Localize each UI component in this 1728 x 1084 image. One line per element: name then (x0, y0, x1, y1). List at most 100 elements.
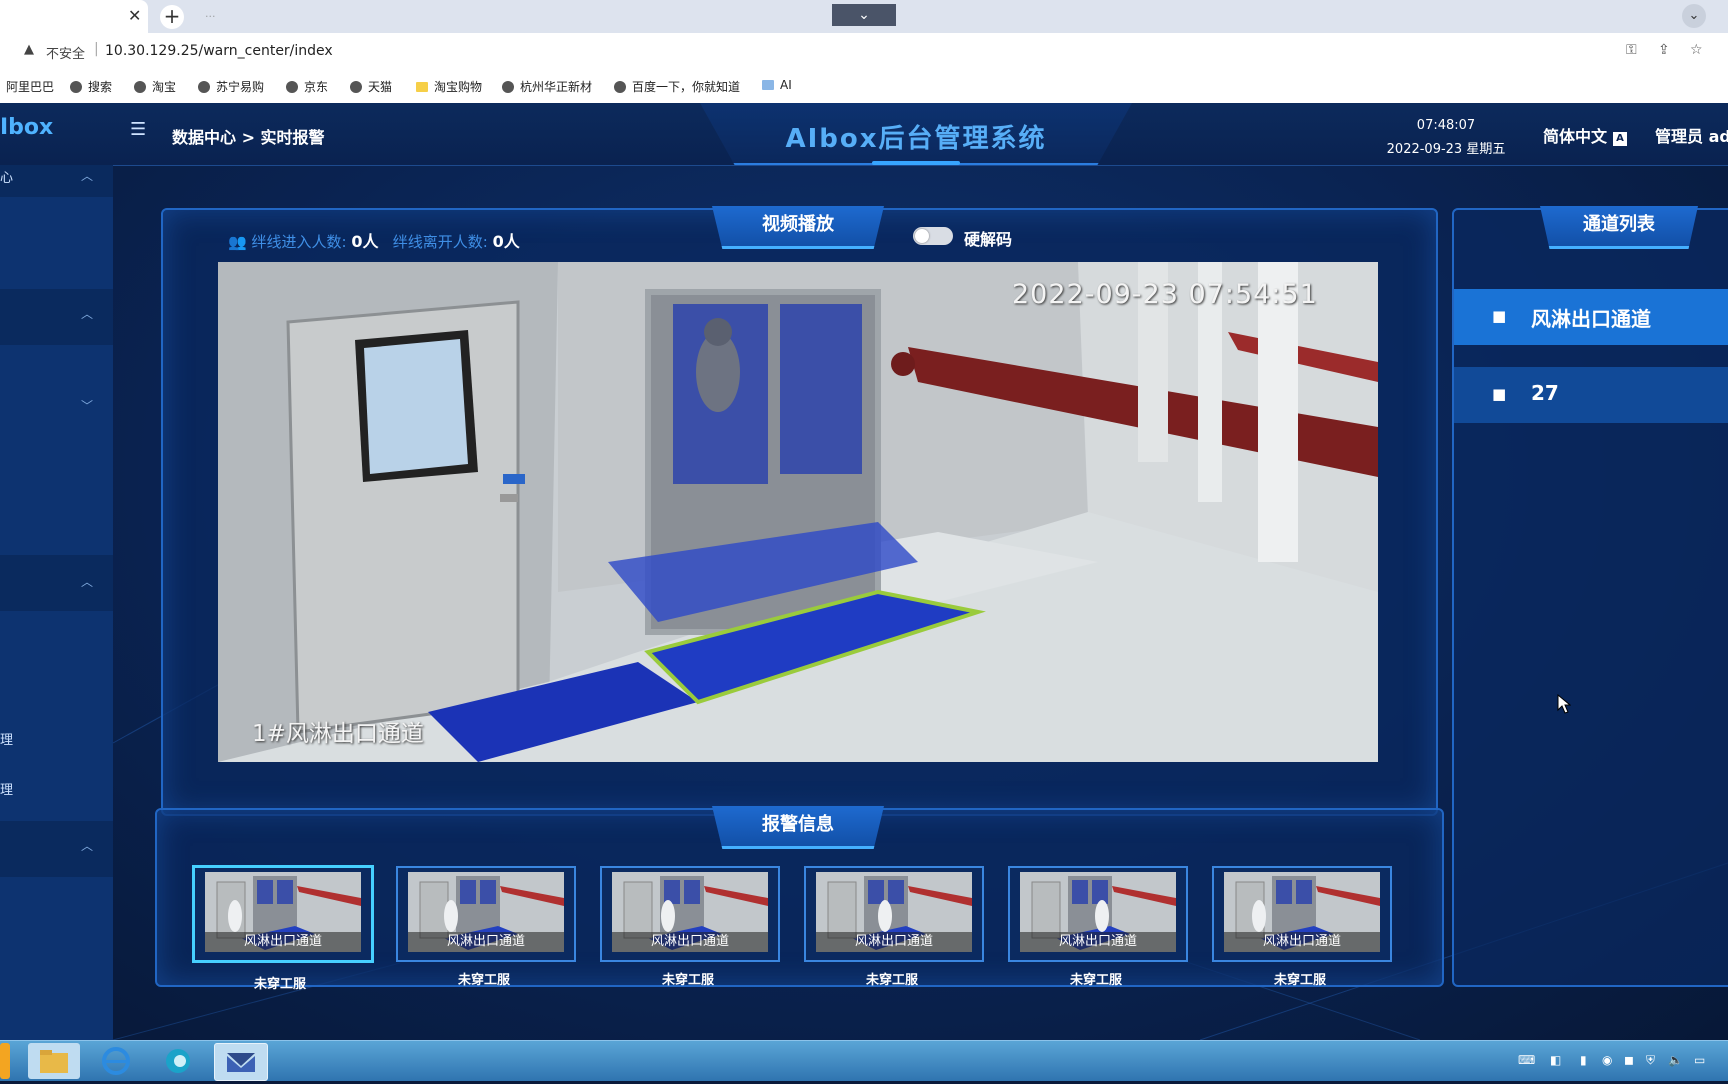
tray-app-icon[interactable]: ◧ (1550, 1053, 1561, 1067)
alarm-thumbnail[interactable]: 风淋出口通道 (600, 866, 780, 962)
alarm-thumbnail[interactable]: 风淋出口通道 (1008, 866, 1188, 962)
user-menu[interactable]: 管理员 ad (1655, 123, 1728, 147)
bookmark-item[interactable]: AI (762, 78, 792, 92)
chevron-up-icon: ︿ (80, 575, 93, 589)
sidebar-submenu[interactable]: ﹀ (0, 345, 113, 555)
bookmark-item[interactable]: 淘宝购物 (416, 78, 482, 95)
sidebar-item-label[interactable]: 理 (0, 779, 13, 798)
tray-app-icon[interactable]: ◼ (1624, 1053, 1634, 1067)
leave-count-value: 0人 (492, 232, 520, 251)
sidebar-group[interactable]: ︿ (0, 555, 113, 611)
enter-count-label: 绊线进入人数: (251, 233, 347, 251)
channel-item-active[interactable]: ■ 风淋出口通道 (1454, 289, 1728, 345)
globe-icon (614, 81, 626, 93)
alarm-type-label: 未穿工服 (661, 973, 714, 988)
ie-icon (102, 1047, 130, 1075)
shield-icon[interactable]: ⛨ (1646, 1053, 1655, 1068)
alarm-thumbnail[interactable]: 风淋出口通道 (804, 866, 984, 962)
app-logo[interactable]: Ibox (0, 115, 53, 140)
tripwire-stats: 👥 绊线进入人数: 0人 绊线离开人数: 0人 (228, 228, 520, 252)
clock-time: 07:48:07 (1416, 118, 1476, 133)
hw-decode-label: 硬解码 (964, 230, 1013, 249)
bookmark-item[interactable]: 苏宁易购 (198, 78, 264, 95)
video-channel-caption: 1#风淋出口通道 (252, 721, 424, 747)
browser-tab-inactive[interactable]: ··· (205, 10, 216, 23)
globe-icon (70, 81, 82, 93)
sidebar-item-label[interactable]: 理 (0, 729, 13, 748)
edge-browser-button[interactable] (152, 1043, 204, 1079)
mouse-cursor (1557, 694, 1571, 714)
insecure-label[interactable]: 不安全 (46, 43, 85, 62)
sidebar-submenu[interactable] (0, 197, 113, 289)
new-tab-button[interactable]: + (160, 5, 184, 29)
video-timestamp: 2022-09-23 07:54:51 (1012, 279, 1318, 310)
key-icon[interactable]: ⚿ (1626, 42, 1637, 58)
bookmark-item[interactable]: 百度一下，你就知道 (614, 78, 740, 95)
mail-app-button[interactable] (214, 1043, 268, 1081)
globe-icon (350, 81, 362, 93)
globe-icon (286, 81, 298, 93)
os-taskbar: ⌨ ◧ ▮ ◉ ◼ ⛨ 🔈 ▭ (0, 1040, 1728, 1081)
hw-decode-toggle[interactable] (913, 227, 953, 245)
browser-tab-active[interactable]: ✕ (0, 0, 148, 33)
edge-icon (166, 1049, 190, 1073)
app-root: Ibox ☰ 数据中心 > 实时报警 AIbox后台管理系统 07:48:07 … (0, 103, 1728, 1040)
chevron-up-icon: ︿ (80, 839, 93, 853)
close-tab-icon[interactable]: ✕ (128, 6, 141, 25)
people-icon: 👥 (228, 233, 247, 251)
network-icon[interactable]: ▭ (1694, 1053, 1705, 1067)
video-stream[interactable] (218, 262, 1378, 762)
file-explorer-button[interactable] (28, 1043, 80, 1079)
keyboard-icon[interactable]: ⌨ (1518, 1053, 1535, 1067)
url-text[interactable]: 10.30.129.25/warn_center/index (105, 43, 333, 59)
warning-icon[interactable]: ▲ (24, 42, 34, 57)
sidebar-item-data-center[interactable]: 心 ︿ (0, 165, 113, 191)
title-underline (872, 161, 960, 165)
chevron-up-icon: ︿ (80, 307, 93, 321)
address-bar[interactable]: ▲ 不安全 | 10.30.129.25/warn_center/index ⚿… (0, 33, 1728, 69)
camera-icon: ■ (1492, 307, 1507, 325)
bookmark-item[interactable]: 阿里巴巴 (6, 78, 54, 95)
tray-app-icon[interactable]: ◉ (1602, 1053, 1612, 1067)
sidebar-group[interactable]: ︿ (0, 289, 113, 345)
app-header: Ibox ☰ 数据中心 > 实时报警 AIbox后台管理系统 07:48:07 … (0, 103, 1728, 166)
alarm-channel-label: 风淋出口通道 (205, 932, 361, 952)
tab-search-button[interactable]: ⌄ (1682, 4, 1706, 28)
alarm-thumbnail[interactable]: 风淋出口通道 (396, 866, 576, 962)
folder-icon (40, 1050, 68, 1073)
bookmark-item[interactable]: 淘宝 (134, 78, 176, 95)
ie-browser-button[interactable] (90, 1043, 142, 1079)
bot-icon (762, 80, 774, 90)
camera-icon: ■ (1492, 385, 1507, 403)
alarm-channel-label: 风淋出口通道 (612, 932, 768, 952)
bookmark-item[interactable]: 搜索 (70, 78, 112, 95)
alarm-channel-label: 风淋出口通道 (816, 932, 972, 952)
sidebar: 心 ︿ ︿ ﹀ ︿ 理 理 ︿ (0, 165, 113, 1040)
volume-icon[interactable]: 🔈 (1668, 1053, 1683, 1067)
toggle-knob (915, 229, 929, 243)
clock-date: 2022-09-23 星期五 (1386, 142, 1506, 157)
alarm-type-label: 未穿工服 (1069, 973, 1122, 988)
channel-item[interactable]: ■ 27 (1454, 367, 1728, 423)
language-switcher[interactable]: 简体中文 A (1543, 123, 1628, 147)
share-icon[interactable]: ⇪ (1658, 42, 1670, 58)
sidebar-submenu[interactable]: 理 理 (0, 611, 113, 821)
sidebar-submenu[interactable] (0, 877, 113, 1040)
mail-icon (227, 1053, 255, 1072)
page-title: AIbox后台管理系统 (785, 124, 1047, 154)
bookmark-item[interactable]: 杭州华正新材 (502, 78, 592, 95)
camera-frame (218, 262, 1378, 762)
tray-app-icon[interactable]: ▮ (1580, 1053, 1587, 1067)
alarm-channel-label: 风淋出口通道 (408, 932, 564, 952)
bookmark-item[interactable]: 京东 (286, 78, 328, 95)
tab-dropdown-icon[interactable]: ⌄ (832, 4, 896, 26)
alarm-thumbnail[interactable]: 风淋出口通道 (192, 865, 374, 963)
bookmark-item[interactable]: 天猫 (350, 78, 392, 95)
start-button[interactable] (0, 1043, 10, 1079)
alarm-thumbnail[interactable]: 风淋出口通道 (1212, 866, 1392, 962)
star-icon[interactable]: ☆ (1690, 42, 1703, 58)
bookmarks-bar: 阿里巴巴 搜索 淘宝 苏宁易购 京东 天猫 淘宝购物 杭州华正新材 百度一下，你… (0, 69, 1728, 104)
sidebar-group[interactable]: ︿ (0, 821, 113, 877)
menu-toggle-icon[interactable]: ☰ (130, 119, 146, 140)
chevron-up-icon: ︿ (80, 169, 93, 183)
